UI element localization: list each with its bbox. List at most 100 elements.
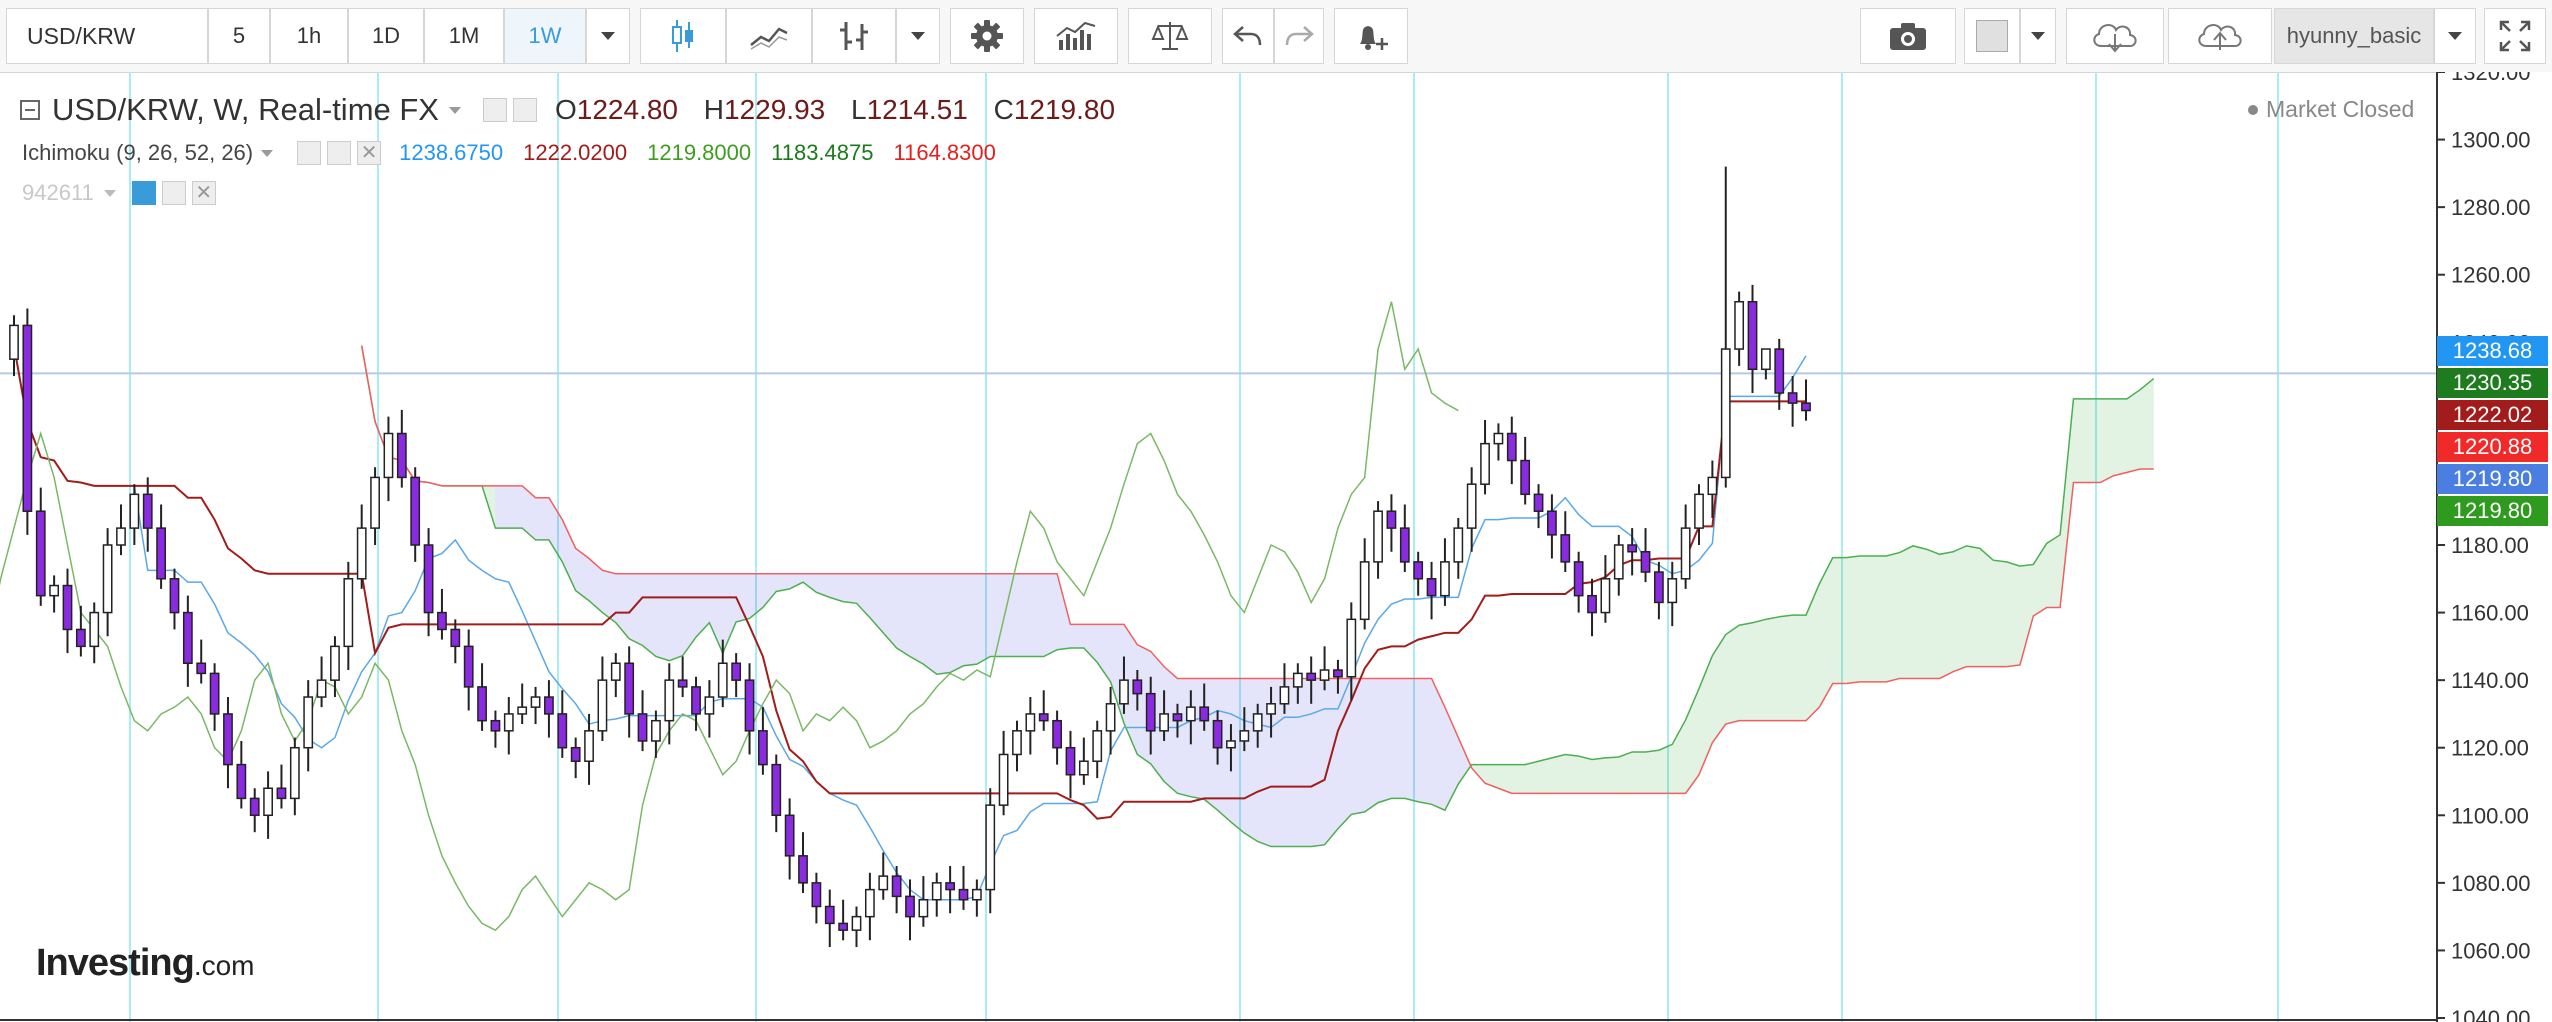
interval-1d-button[interactable]: 1D xyxy=(348,8,424,64)
candle-body xyxy=(1399,527,1410,563)
candle-body xyxy=(744,679,755,732)
eye-icon[interactable] xyxy=(297,141,322,165)
interval-1m-button[interactable]: 1M xyxy=(424,8,504,64)
study-legend: Ichimoku (9, 26, 52, 26) ✕ 1238.6750 122… xyxy=(22,140,996,166)
cloud-segment xyxy=(1926,549,1940,679)
chevron-down-icon[interactable] xyxy=(103,189,116,197)
cloud-segment xyxy=(1458,737,1472,785)
cloud-segment xyxy=(1391,678,1405,799)
user-menu-button[interactable]: hyunny_basic xyxy=(2274,8,2434,64)
gear-icon[interactable] xyxy=(327,141,352,165)
chevron-down-icon xyxy=(2031,32,2045,40)
cloud-segment xyxy=(495,485,509,529)
volume-title[interactable]: 942611 xyxy=(22,180,94,206)
save-chart-button[interactable] xyxy=(2168,8,2272,64)
cloud-segment xyxy=(936,573,951,675)
candle-body xyxy=(396,432,407,479)
chart-area[interactable]: 1040.00 1060.00 1080.00 1100.00 1120.00 1140.… xyxy=(0,72,2552,1022)
cloud-segment xyxy=(1806,583,1820,721)
price-badge: 1219.80 xyxy=(2437,464,2548,494)
alert-button[interactable] xyxy=(1334,8,1408,64)
candle-body xyxy=(731,662,742,681)
symbol-search[interactable]: USD/KRW xyxy=(6,8,208,64)
bars-style-button[interactable] xyxy=(812,8,896,64)
cloud-segment xyxy=(950,573,964,673)
compare-button[interactable] xyxy=(1128,8,1212,64)
market-status: Market Closed xyxy=(2248,96,2414,123)
candle-body xyxy=(1533,493,1544,512)
cloud-segment xyxy=(1846,555,1860,684)
candle-body xyxy=(35,510,46,597)
candle-body xyxy=(490,719,501,732)
chevron-down-icon[interactable] xyxy=(449,106,461,114)
cloud-segment xyxy=(1511,764,1526,794)
cloud-segment xyxy=(2006,561,2020,667)
candle-body xyxy=(223,713,233,766)
candle-body xyxy=(1212,719,1223,749)
candle-body xyxy=(1613,544,1624,580)
fullscreen-button[interactable] xyxy=(2484,8,2546,64)
candle-body xyxy=(1132,679,1143,695)
cloud-segment xyxy=(1632,751,1646,794)
candle-body xyxy=(651,719,661,742)
candle-body xyxy=(1707,476,1718,496)
candles-style-button[interactable] xyxy=(640,8,726,64)
candle-body xyxy=(544,696,554,715)
candle-body xyxy=(717,662,728,698)
gear-icon[interactable] xyxy=(161,181,186,205)
user-menu-dropdown-button[interactable] xyxy=(2434,8,2476,64)
interval-5-button[interactable]: 5 xyxy=(208,8,270,64)
redo-button[interactable] xyxy=(1274,8,1324,64)
candle-body xyxy=(1319,669,1330,681)
candle-body xyxy=(249,797,260,817)
low-key: L xyxy=(851,94,867,125)
close-icon[interactable]: ✕ xyxy=(357,141,382,165)
high-value: 1229.93 xyxy=(724,94,826,125)
eye-icon[interactable] xyxy=(483,98,507,122)
cloud-segment xyxy=(1939,551,1954,679)
settings-button[interactable] xyxy=(950,8,1024,64)
candle-body xyxy=(798,855,808,884)
conversion-value: 1238.6750 xyxy=(399,140,504,165)
main-series-legend: USD/KRW, W, Real-time FX O1224.80 H1229.… xyxy=(20,92,1115,128)
candle-body xyxy=(209,672,220,715)
cloud-segment xyxy=(1739,622,1753,721)
layout-dropdown-button[interactable] xyxy=(2020,8,2056,64)
chevron-down-icon[interactable] xyxy=(261,149,274,157)
chart-style-dropdown-button[interactable] xyxy=(896,8,940,64)
candle-body xyxy=(1694,493,1704,529)
price-chart[interactable]: 1040.00 1060.00 1080.00 1100.00 1120.00 1140.… xyxy=(0,72,2552,1022)
cloud-segment xyxy=(2126,389,2141,473)
snapshot-button[interactable] xyxy=(1860,8,1956,64)
candle-body xyxy=(437,611,447,631)
cloud-segment xyxy=(1030,573,1044,657)
tick-label: 1140.00 xyxy=(2451,668,2529,693)
interval-1h-button[interactable]: 1h xyxy=(270,8,348,64)
status-dot xyxy=(2248,104,2258,115)
cloud-segment xyxy=(1792,615,1806,721)
chart-layout-button[interactable] xyxy=(1964,8,2020,64)
candle-body xyxy=(1239,730,1250,742)
line-style-button[interactable] xyxy=(726,8,812,64)
cloud-segment xyxy=(696,573,710,638)
interval-dropdown-button[interactable] xyxy=(586,8,630,64)
gear-icon[interactable] xyxy=(513,98,537,122)
tick-label: 1040.00 xyxy=(2451,1006,2531,1022)
eye-icon[interactable] xyxy=(131,181,156,205)
ohlc-values: O1224.80 H1229.93 L1214.51 C1219.80 xyxy=(555,94,1115,126)
interval-1w-button[interactable]: 1W xyxy=(504,8,586,64)
study-title[interactable]: Ichimoku (9, 26, 52, 26) xyxy=(22,140,253,166)
candle-body xyxy=(704,696,715,715)
candle-body xyxy=(918,899,929,918)
collapse-legend-icon[interactable] xyxy=(20,100,40,120)
cloud-segment xyxy=(615,573,630,639)
candle-body xyxy=(1199,706,1210,722)
candle-body xyxy=(1760,348,1771,371)
cloud-segment xyxy=(1190,678,1205,800)
indicators-button[interactable] xyxy=(1034,8,1118,64)
close-icon[interactable]: ✕ xyxy=(191,181,216,205)
load-chart-button[interactable] xyxy=(2066,8,2164,64)
undo-button[interactable] xyxy=(1222,8,1274,64)
cloud-segment xyxy=(1832,557,1847,684)
legend-title[interactable]: USD/KRW, W, Real-time FX xyxy=(52,92,439,128)
